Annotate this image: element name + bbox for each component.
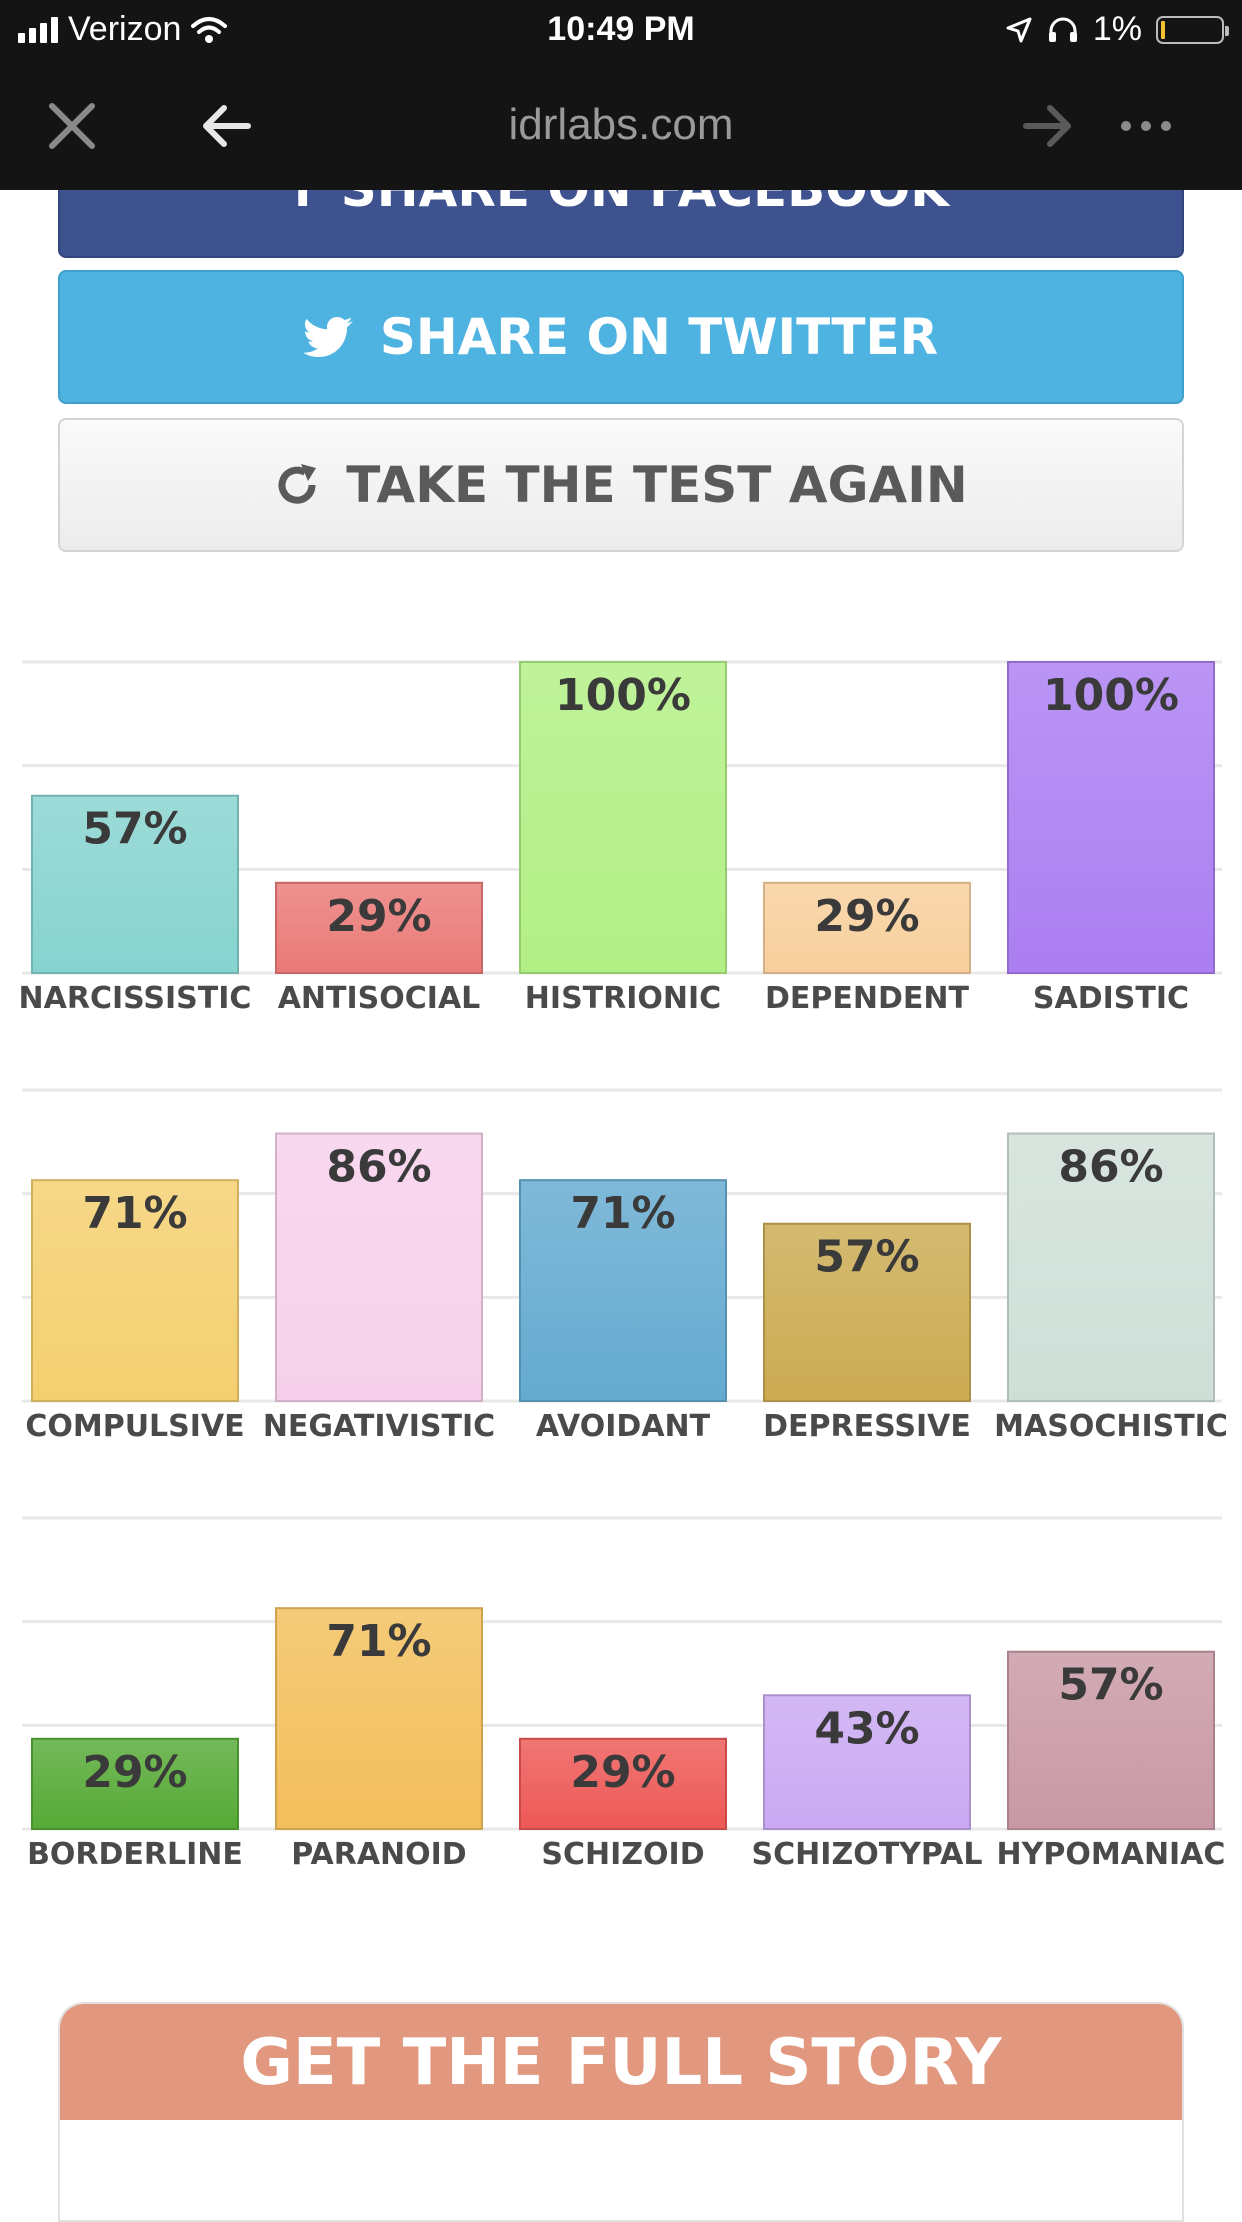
bar-value-label: 57%	[814, 1232, 919, 1283]
bar-value-label: 57%	[82, 804, 187, 855]
share-twitter-label: SHARE ON TWITTER	[379, 308, 939, 366]
browser-top-bar: Verizon 10:49 PM 1% idrlabs.com	[0, 0, 1242, 190]
status-bar: Verizon 10:49 PM 1%	[0, 0, 1242, 62]
category-label: MASOCHISTIC	[994, 1409, 1228, 1444]
bar-value-label: 100%	[1043, 670, 1179, 721]
more-options-icon[interactable]	[1118, 98, 1174, 154]
refresh-icon	[278, 464, 317, 504]
take-test-again-label: TAKE THE TEST AGAIN	[346, 456, 968, 514]
category-label: BORDERLINE	[27, 1837, 243, 1872]
bar-value-label: 29%	[82, 1747, 187, 1798]
bar-chart-2: 71% COMPULSIVE 86% NEGATIVISTIC 71% AVOIDANT 5…	[0, 1068, 1242, 1468]
category-label: SCHIZOID	[541, 1837, 704, 1872]
category-label: DEPENDENT	[765, 981, 969, 1016]
category-label: PARANOID	[291, 1837, 466, 1872]
browser-nav-bar: idrlabs.com	[0, 62, 1242, 190]
category-label: DEPRESSIVE	[763, 1409, 971, 1444]
bar-chart-3: 29% BORDERLINE 71% PARANOID 29% SCHIZOID 43% SC…	[0, 1496, 1242, 1896]
battery-icon	[1156, 15, 1229, 44]
category-label: COMPULSIVE	[25, 1409, 244, 1444]
take-test-again-button[interactable]: TAKE THE TEST AGAIN	[58, 418, 1184, 552]
bar-chart-1: 57% NARCISSISTIC 29% ANTISOCIAL 100% HISTRION…	[0, 640, 1242, 1040]
bar-value-label: 57%	[1058, 1660, 1163, 1711]
forward-arrow-icon[interactable]	[1020, 98, 1076, 154]
location-icon	[1006, 17, 1032, 42]
category-label: SCHIZOTYPAL	[752, 1837, 983, 1872]
battery-percent: 1%	[1092, 10, 1142, 48]
bar-value-label: 29%	[326, 891, 431, 942]
category-label: NARCISSISTIC	[19, 981, 252, 1016]
category-label: HYPOMANIAC	[997, 1837, 1226, 1872]
share-twitter-button[interactable]: SHARE ON TWITTER	[58, 270, 1184, 404]
bar-value-label: 71%	[326, 1616, 431, 1667]
category-label: HISTRIONIC	[525, 981, 721, 1016]
category-label: ANTISOCIAL	[278, 981, 481, 1016]
headphones-icon	[1048, 17, 1077, 42]
chart-svg: 71% COMPULSIVE 86% NEGATIVISTIC 71% AVOIDANT 5…	[22, 1088, 1228, 1444]
chart-svg: 57% NARCISSISTIC 29% ANTISOCIAL 100% HISTRION…	[19, 660, 1222, 1016]
full-story-panel: GET THE FULL STORY	[58, 2002, 1184, 2222]
bar-value-label: 71%	[82, 1188, 187, 1239]
chart-svg: 29% BORDERLINE 71% PARANOID 29% SCHIZOID 43% SC…	[22, 1516, 1226, 1872]
bar-value-label: 29%	[570, 1747, 675, 1798]
category-label: SADISTIC	[1033, 981, 1189, 1016]
bar-value-label: 43%	[814, 1703, 919, 1754]
category-label: NEGATIVISTIC	[263, 1409, 495, 1444]
full-story-title[interactable]: GET THE FULL STORY	[60, 2004, 1182, 2120]
category-label: AVOIDANT	[536, 1409, 711, 1444]
bar-value-label: 86%	[1058, 1142, 1163, 1193]
bar-value-label: 29%	[814, 891, 919, 942]
bar-value-label: 100%	[555, 670, 691, 721]
twitter-icon	[303, 317, 353, 357]
bar-value-label: 71%	[570, 1188, 675, 1239]
bar-value-label: 86%	[326, 1142, 431, 1193]
